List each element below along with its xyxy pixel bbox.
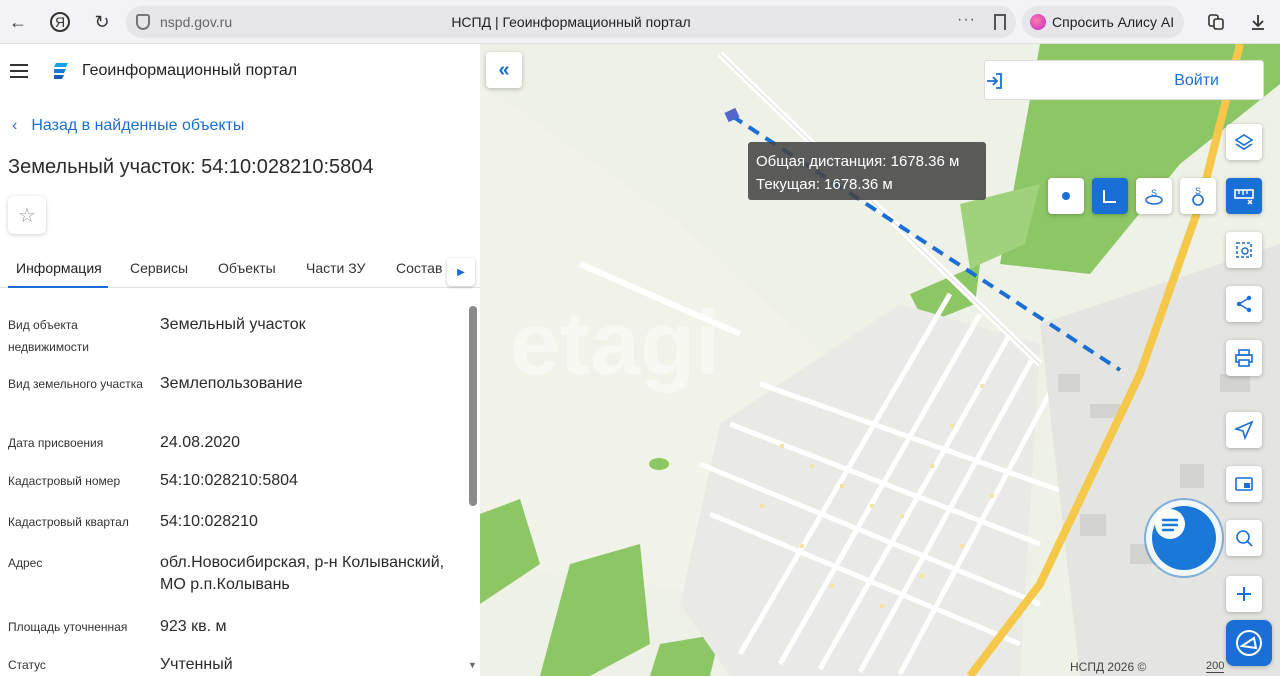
nspd-logo-button[interactable] xyxy=(1226,620,1272,666)
active-tab-indicator xyxy=(8,286,108,288)
print-icon xyxy=(1235,349,1253,367)
login-button[interactable]: Войти xyxy=(984,60,1264,100)
field-label: Вид земельного участка xyxy=(8,377,143,391)
area-icon: S xyxy=(1145,188,1163,205)
svg-text:etagi: etagi xyxy=(510,294,720,394)
total-distance: Общая дистанция: 1678.36 м xyxy=(756,153,960,170)
favorite-star-icon[interactable]: ☆ xyxy=(8,196,46,234)
field-value: обл.Новосибирская, р-н Колыванский, МО р… xyxy=(160,554,445,593)
field-label: Вид объекта недвижимости xyxy=(8,318,89,354)
map-canvas: etagi xyxy=(480,44,1280,676)
minimap-button[interactable] xyxy=(1226,466,1262,502)
plus-icon xyxy=(1237,587,1251,601)
measure-circle-button[interactable]: S xyxy=(1180,178,1216,214)
field-label: Площадь уточненная xyxy=(8,620,128,634)
portal-logo-icon xyxy=(54,63,68,79)
menu-icon[interactable] xyxy=(10,64,28,78)
measure-area-button[interactable]: S xyxy=(1136,178,1172,214)
share-icon xyxy=(1236,295,1252,313)
ask-alice-label: Спросить Алису AI xyxy=(1052,14,1175,30)
scale-bar: 200 xyxy=(1206,660,1225,673)
navigation-arrow-icon xyxy=(1234,420,1254,440)
tab-bar: Информация Сервисы Объекты Части ЗУ Сост… xyxy=(0,248,480,288)
back-to-results-link[interactable]: ‹ Назад в найденные объекты xyxy=(12,117,244,135)
nspd-logo-icon xyxy=(1236,630,1262,656)
login-icon xyxy=(987,73,1002,89)
object-title: Земельный участок: 54:10:028210:5804 xyxy=(8,156,374,178)
more-icon[interactable]: ··· xyxy=(957,11,976,29)
minimap-icon xyxy=(1235,477,1253,491)
point-icon xyxy=(1062,192,1070,200)
scroll-down-icon[interactable]: ▼ xyxy=(468,660,477,670)
login-label: Войти xyxy=(1174,72,1219,89)
circle-area-icon: S xyxy=(1192,186,1204,206)
chevron-left-icon: ‹ xyxy=(12,117,18,134)
portal-name: Геоинформационный портал xyxy=(82,62,298,79)
select-area-icon xyxy=(1236,242,1252,258)
field-value: 54:10:028210:5804 xyxy=(160,472,298,489)
svg-text:S: S xyxy=(1195,186,1201,196)
tab-services[interactable]: Сервисы xyxy=(130,260,188,276)
collapse-panel-button[interactable]: « xyxy=(486,52,522,88)
measure-point-button[interactable] xyxy=(1048,178,1084,214)
copyright-label: НСПД 2026 © xyxy=(1070,660,1147,674)
yandex-icon[interactable]: Я xyxy=(50,12,70,32)
field-label: Дата присвоения xyxy=(8,436,104,450)
back-arrow-icon[interactable]: ← xyxy=(4,8,32,36)
bookmark-icon[interactable] xyxy=(994,14,1006,30)
tab-composition[interactable]: Состав xyxy=(396,260,442,276)
print-button[interactable] xyxy=(1226,340,1262,376)
page-title: НСПД | Геоинформационный портал xyxy=(451,14,691,30)
zoom-in-button[interactable] xyxy=(1226,576,1262,612)
measure-distance-button[interactable] xyxy=(1092,178,1128,214)
current-distance: Текущая: 1678.36 м xyxy=(756,176,893,193)
share-button[interactable] xyxy=(1226,286,1262,322)
field-value: Земельный участок xyxy=(160,316,306,333)
ruler-icon xyxy=(1234,189,1254,205)
field-label: Кадастровый квартал xyxy=(8,515,129,529)
ruler-line-icon xyxy=(1103,190,1116,203)
panel-scrollbar[interactable] xyxy=(469,306,477,506)
reload-icon[interactable]: ↻ xyxy=(88,8,116,36)
download-icon[interactable] xyxy=(1244,8,1272,36)
field-label: Кадастровый номер xyxy=(8,474,121,488)
tab-parts[interactable]: Части ЗУ xyxy=(306,260,365,276)
tabs-next-button[interactable]: ▶ xyxy=(447,258,475,286)
map-view[interactable]: etagi « Войти Общая дистанция: 1678.36 м… xyxy=(480,44,1280,676)
field-label: Статус xyxy=(8,658,46,672)
distance-tooltip: Общая дистанция: 1678.36 м Текущая: 1678… xyxy=(748,142,986,200)
layers-icon xyxy=(1234,134,1254,150)
field-value: Землепользование xyxy=(160,375,303,392)
tab-objects[interactable]: Объекты xyxy=(218,260,276,276)
address-bar[interactable]: nspd.gov.ru НСПД | Геоинформационный пор… xyxy=(126,6,1016,38)
svg-text:S: S xyxy=(1151,188,1157,198)
measure-tool-button[interactable] xyxy=(1226,178,1262,214)
search-location-icon xyxy=(1236,530,1253,547)
field-value: 24.08.2020 xyxy=(160,434,241,451)
back-link-label: Назад в найденные объекты xyxy=(31,117,245,134)
field-value: 54:10:028210 xyxy=(160,513,258,530)
field-value: 923 кв. м xyxy=(160,618,227,635)
search-on-map-button[interactable] xyxy=(1226,520,1262,556)
chat-icon xyxy=(1155,509,1185,539)
ask-alice-button[interactable]: Спросить Алису AI xyxy=(1022,6,1185,38)
field-value: Учтенный xyxy=(160,656,233,673)
area-select-button[interactable] xyxy=(1226,232,1262,268)
my-location-button[interactable] xyxy=(1226,412,1262,448)
field-label: Адрес xyxy=(8,556,43,570)
alice-icon xyxy=(1030,14,1046,30)
translate-icon[interactable] xyxy=(1202,8,1230,36)
layers-button[interactable] xyxy=(1226,124,1262,160)
chat-button[interactable] xyxy=(1152,506,1216,570)
object-panel: Геоинформационный портал ‹ Назад в найде… xyxy=(0,44,480,676)
tab-information[interactable]: Информация xyxy=(16,260,102,276)
browser-toolbar: ← Я ↻ nspd.gov.ru НСПД | Геоинформационн… xyxy=(0,0,1280,44)
